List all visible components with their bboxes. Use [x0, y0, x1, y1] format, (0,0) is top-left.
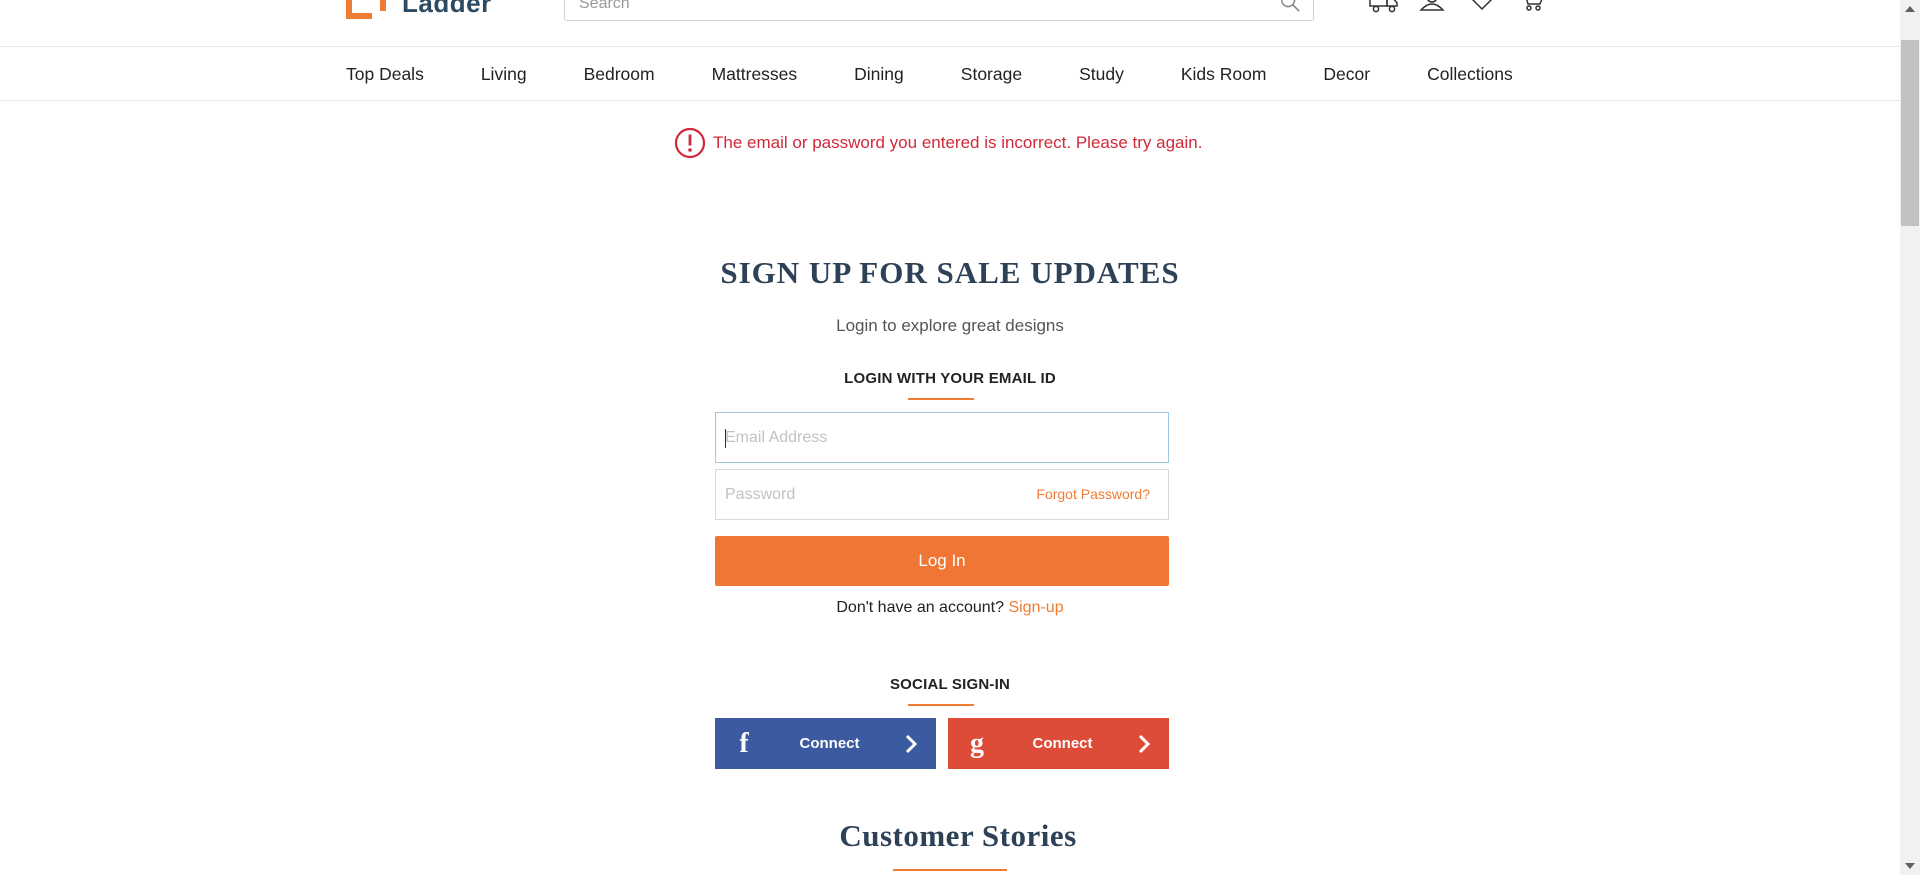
delivery-truck-icon[interactable]: [1368, 0, 1398, 14]
customer-stories-heading: Customer Stories: [839, 818, 1077, 853]
password-field: Forgot Password?: [715, 469, 1169, 520]
login-button[interactable]: Log In: [715, 536, 1169, 586]
page-subtitle: Login to explore great designs: [836, 316, 1064, 335]
stories-heading-underline: [893, 869, 1007, 871]
cart-icon[interactable]: [1518, 0, 1546, 14]
scroll-up-arrow-icon[interactable]: [1905, 6, 1915, 12]
error-message: The email or password you entered is inc…: [713, 133, 1203, 152]
user-profile-icon[interactable]: [1418, 0, 1446, 14]
brand-name: Ladder: [402, 0, 492, 18]
nav-item-kids-room[interactable]: Kids Room: [1181, 64, 1267, 85]
forgot-password-link[interactable]: Forgot Password?: [1036, 486, 1150, 502]
scroll-down-arrow-icon[interactable]: [1905, 863, 1915, 869]
google-icon: g: [970, 727, 984, 759]
email-input[interactable]: [725, 413, 1025, 462]
signup-link[interactable]: Sign-up: [1008, 599, 1063, 616]
chevron-right-icon: [886, 734, 936, 754]
nav-item-decor[interactable]: Decor: [1323, 64, 1370, 85]
google-connect-label: Connect: [1032, 735, 1093, 752]
search-icon[interactable]: [1279, 0, 1301, 13]
no-account-text: Don't have an account?: [836, 599, 1004, 616]
nav-item-storage[interactable]: Storage: [961, 64, 1022, 85]
social-heading-underline: [908, 704, 974, 706]
nav-item-dining[interactable]: Dining: [854, 64, 904, 85]
page-scrollbar[interactable]: [1900, 0, 1920, 875]
search-box: [564, 0, 1314, 21]
site-header: Ladder: [0, 0, 1900, 47]
header-icons: [1368, 0, 1546, 14]
facebook-connect-button[interactable]: f Connect: [715, 718, 936, 769]
logo-mark-icon: [346, 0, 386, 19]
page-title: SIGN UP FOR SALE UPDATES: [720, 255, 1180, 290]
nav-item-top-deals[interactable]: Top Deals: [346, 64, 424, 85]
nav-item-bedroom[interactable]: Bedroom: [584, 64, 655, 85]
password-input[interactable]: [725, 470, 1025, 519]
error-alert: The email or password you entered is inc…: [674, 127, 1202, 159]
brand-logo[interactable]: Ladder: [346, 0, 492, 20]
search-input[interactable]: [579, 0, 1259, 20]
wishlist-heart-icon[interactable]: [1468, 0, 1496, 14]
signup-prompt: Don't have an account? Sign-up: [0, 599, 1900, 617]
error-exclamation-icon: [674, 127, 706, 159]
login-section-heading: LOGIN WITH YOUR EMAIL ID: [844, 370, 1056, 387]
google-connect-button[interactable]: g Connect: [948, 718, 1169, 769]
nav-item-living[interactable]: Living: [481, 64, 527, 85]
text-caret: [725, 429, 726, 448]
social-section-heading: SOCIAL SIGN-IN: [889, 676, 1011, 693]
login-heading-underline: [908, 398, 974, 400]
nav-item-collections[interactable]: Collections: [1427, 64, 1513, 85]
facebook-icon: f: [739, 727, 749, 759]
facebook-connect-label: Connect: [799, 735, 860, 752]
scroll-thumb[interactable]: [1901, 40, 1919, 226]
email-field: [715, 412, 1169, 463]
nav-item-study[interactable]: Study: [1079, 64, 1124, 85]
chevron-right-icon: [1119, 734, 1169, 754]
nav-item-mattresses[interactable]: Mattresses: [712, 64, 798, 85]
category-nav: Top Deals Living Bedroom Mattresses Dini…: [0, 48, 1900, 101]
